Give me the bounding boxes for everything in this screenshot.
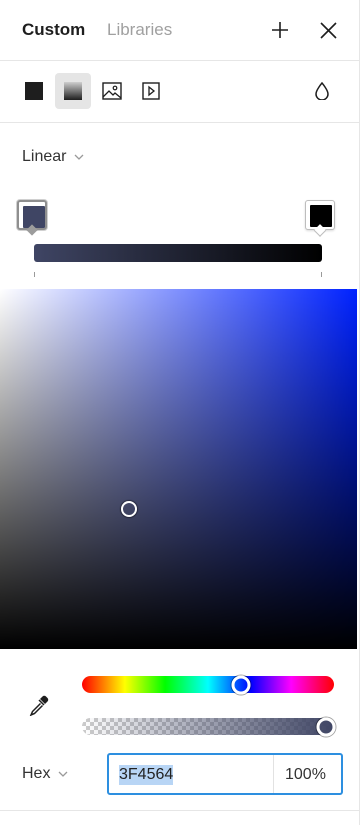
stop-tick [321,272,322,277]
solid-fill-button[interactable] [16,73,52,109]
field-divider [273,755,274,793]
blend-mode-icon [315,82,329,100]
fill-type-row [0,61,359,123]
opacity-slider-handle[interactable] [316,717,336,736]
close-button[interactable] [316,18,340,42]
chevron-down-icon [75,154,84,160]
gradient-preview-bar[interactable] [34,244,322,262]
panel-bottom-divider [0,810,359,811]
image-fill-button[interactable] [94,73,130,109]
hex-selection-highlight [119,765,173,785]
eyedropper-button[interactable] [26,692,52,718]
opacity-input[interactable]: 100% [285,767,326,783]
opacity-slider[interactable] [82,718,334,735]
stop-tick [34,272,35,277]
tab-custom[interactable]: Custom [22,20,85,40]
opacity-gradient [82,718,334,735]
color-picker-handle[interactable] [120,500,137,517]
gradient-type-dropdown[interactable]: Linear [22,148,84,166]
eyedropper-icon [29,695,49,716]
plus-icon [272,22,288,38]
chevron-down-icon [58,771,68,777]
hue-slider-handle[interactable] [231,675,251,694]
video-fill-icon [142,82,160,100]
saturation-brightness-area[interactable] [0,289,357,649]
close-icon [319,21,337,39]
video-fill-button[interactable] [133,73,169,109]
hue-slider[interactable] [82,675,334,694]
gradient-stop-end[interactable] [305,200,335,237]
gradient-fill-icon [64,82,82,100]
tab-libraries[interactable]: Libraries [107,20,172,40]
image-fill-icon [102,82,122,100]
picker-header: Custom Libraries [0,0,359,61]
solid-fill-icon [25,82,43,100]
color-picker-panel: Custom Libraries Linear Hex 3F4564 100% [0,0,360,825]
stop-color-swatch [23,206,45,228]
gradient-stop-start[interactable] [17,200,47,236]
blend-mode-button[interactable] [304,73,340,109]
stop-color-swatch [310,205,332,227]
color-format-dropdown[interactable]: Hex [22,765,68,783]
color-value-field: 3F4564 100% [107,753,343,795]
gradient-type-label: Linear [22,148,67,165]
add-button[interactable] [268,18,292,42]
color-format-label: Hex [22,765,51,782]
gradient-fill-button[interactable] [55,73,91,109]
